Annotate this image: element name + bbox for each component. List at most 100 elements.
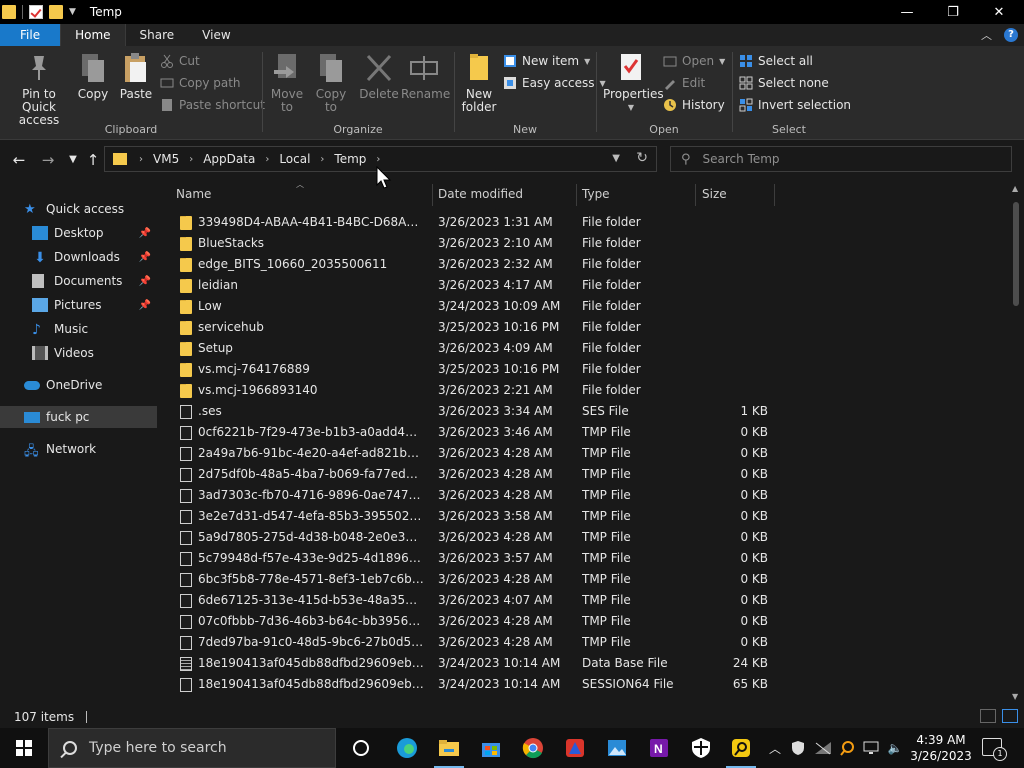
column-header-type[interactable]: Type [576,180,694,208]
tab-home[interactable]: Home [60,24,126,46]
task-view-icon[interactable] [340,728,382,768]
breadcrumb-chevron-icon[interactable]: › [189,154,193,165]
rename-button[interactable]: Rename [401,52,450,101]
table-row[interactable]: BlueStacks 3/26/2023 2:10 AM File folder [158,233,1008,254]
new-item-button[interactable]: New item ▼ [503,51,590,71]
column-divider[interactable] [774,184,775,206]
table-row[interactable]: 2a49a7b6-91bc-4e20-a4ef-ad821b999305....… [158,443,1008,464]
breadcrumb-item[interactable]: Temp [334,152,366,166]
new-folder-button[interactable]: New folder [459,52,499,114]
pin-icon[interactable]: 📌 [139,228,151,239]
scrollbar-thumb[interactable] [1013,202,1019,306]
store-icon[interactable] [470,728,512,768]
table-row[interactable]: 339498D4-ABAA-4B41-B4BC-D68AB8BD3... 3/26… [158,212,1008,233]
nav-item-videos[interactable]: Videos [0,342,157,364]
properties-button[interactable]: Properties ▼ [603,52,664,114]
new-folder-icon[interactable] [49,5,63,19]
delete-button[interactable]: Delete [359,52,399,101]
orange-app-tray-icon[interactable] [836,728,858,768]
breadcrumb-chevron-icon[interactable]: › [376,154,380,165]
breadcrumb-chevron-icon[interactable]: › [265,154,269,165]
tab-view[interactable]: View [188,24,244,46]
paste-button[interactable]: Paste [118,52,154,101]
table-row[interactable]: servicehub 3/25/2023 10:16 PM File folder [158,317,1008,338]
nav-onedrive[interactable]: OneDrive [0,374,157,396]
table-row[interactable]: 5c79948d-f57e-433e-9d25-4d1896b01ff9.t..… [158,548,1008,569]
large-icons-view-icon[interactable] [1002,709,1018,723]
collapse-ribbon-chevron-icon[interactable]: ︿ [981,27,992,43]
nav-item-music[interactable]: ♪ Music [0,318,157,340]
security-shield-icon[interactable] [680,728,722,768]
notification-center-icon[interactable] [982,738,1007,761]
easy-access-button[interactable]: Easy access ▼ [503,73,606,93]
edit-button[interactable]: Edit [663,73,705,93]
nav-item-documents[interactable]: Documents 📌 [0,270,157,292]
nav-network[interactable]: 🖧 Network [0,438,157,460]
chrome-icon[interactable] [512,728,554,768]
breadcrumb-item[interactable]: AppData [203,152,255,166]
table-row[interactable]: 6bc3f5b8-778e-4571-8ef3-1eb7c6b2c572....… [158,569,1008,590]
app-icon-red-blue[interactable] [554,728,596,768]
column-header-size[interactable]: Size [696,180,774,208]
refresh-icon[interactable]: ↻ [636,150,648,166]
table-row[interactable]: 3e2e7d31-d547-4efa-85b3-39550280c9ef....… [158,506,1008,527]
table-row[interactable]: 2d75df0b-48a5-4ba7-b069-fa77eda14c5b....… [158,464,1008,485]
vertical-scrollbar[interactable]: ▲ ▼ [1008,180,1024,705]
file-explorer-icon[interactable] [428,728,470,768]
minimize-button[interactable]: — [884,0,930,24]
table-row[interactable]: leidian 3/26/2023 4:17 AM File folder [158,275,1008,296]
select-all-button[interactable]: Select all [739,51,813,71]
forward-arrow-icon[interactable]: → [37,150,59,170]
show-hidden-icons-chevron-icon[interactable]: ︿ [766,728,784,768]
move-to-button[interactable]: Move to [267,52,307,114]
invert-selection-button[interactable]: Invert selection [739,95,851,115]
edge-browser-icon[interactable] [386,728,428,768]
copy-to-button[interactable]: Copy to [311,52,351,114]
scroll-down-icon[interactable]: ▼ [1012,692,1018,701]
table-row[interactable]: 5a9d7805-275d-4d38-b048-2e0e3b4d4be.... 3… [158,527,1008,548]
photos-icon[interactable] [596,728,638,768]
column-header-date[interactable]: Date modified [432,180,576,208]
back-arrow-icon[interactable]: ← [8,150,30,170]
pin-icon[interactable]: 📌 [139,276,151,287]
table-row[interactable]: 6de67125-313e-415d-b53e-48a35a83a21c....… [158,590,1008,611]
network-disconnected-icon[interactable] [812,728,834,768]
pin-icon[interactable]: 📌 [139,252,151,263]
taskbar-search-input[interactable]: Type here to search [48,728,336,768]
monitor-tray-icon[interactable] [860,728,882,768]
breadcrumb-chevron-icon[interactable]: › [320,154,324,165]
details-view-icon[interactable] [980,709,996,723]
tab-file[interactable]: File [0,24,61,46]
select-none-button[interactable]: Select none [739,73,829,93]
copy-path-button[interactable]: Copy path [160,73,241,93]
yellow-app-icon[interactable] [720,728,762,768]
start-button[interactable] [0,728,48,768]
onenote-icon[interactable]: N [638,728,680,768]
paste-shortcut-button[interactable]: Paste shortcut [160,95,265,115]
breadcrumb-item[interactable]: Local [279,152,310,166]
properties-check-icon[interactable] [29,5,43,19]
table-row[interactable]: edge_BITS_10660_2035500611 3/26/2023 2:32… [158,254,1008,275]
up-arrow-icon[interactable]: ↑ [82,150,104,170]
tab-share[interactable]: Share [126,24,189,46]
table-row[interactable]: 0cf6221b-7f29-473e-b1b3-a0add47a22c0....… [158,422,1008,443]
breadcrumb-item[interactable]: VM5 [153,152,179,166]
table-row[interactable]: Low 3/24/2023 10:09 AM File folder [158,296,1008,317]
nav-item-pictures[interactable]: Pictures 📌 [0,294,157,316]
table-row[interactable]: 07c0fbbb-7d36-46b3-b64c-bb3956f431cd....… [158,611,1008,632]
table-row[interactable]: 3ad7303c-fb70-4716-9896-0ae747a2af22.t..… [158,485,1008,506]
table-row[interactable]: 7ded97ba-91c0-48d5-9bc6-27b0d5b3926.... 3… [158,632,1008,653]
table-row[interactable]: .ses 3/26/2023 3:34 AM SES File 1 KB [158,401,1008,422]
address-history-chevron-icon[interactable]: ▼ [612,153,620,164]
breadcrumb-chevron-icon[interactable]: › [139,154,143,165]
table-row[interactable]: vs.mcj-764176889 3/25/2023 10:16 PM File f… [158,359,1008,380]
volume-icon[interactable]: 🔈 [884,728,906,768]
nav-item-downloads[interactable]: ⬇ Downloads 📌 [0,246,157,268]
table-row[interactable]: 18e190413af045db88dfbd29609eb877 3/24/202… [158,653,1008,674]
clock[interactable]: 4:39 AM 3/26/2023 [908,732,974,764]
nav-quick-access[interactable]: ★ Quick access [0,198,157,220]
cut-button[interactable]: Cut [160,51,200,71]
customize-toolbar-chevron-icon[interactable]: ▼ [69,7,76,17]
nav-item-desktop[interactable]: Desktop 📌 [0,222,157,244]
pin-icon[interactable]: 📌 [139,300,151,311]
